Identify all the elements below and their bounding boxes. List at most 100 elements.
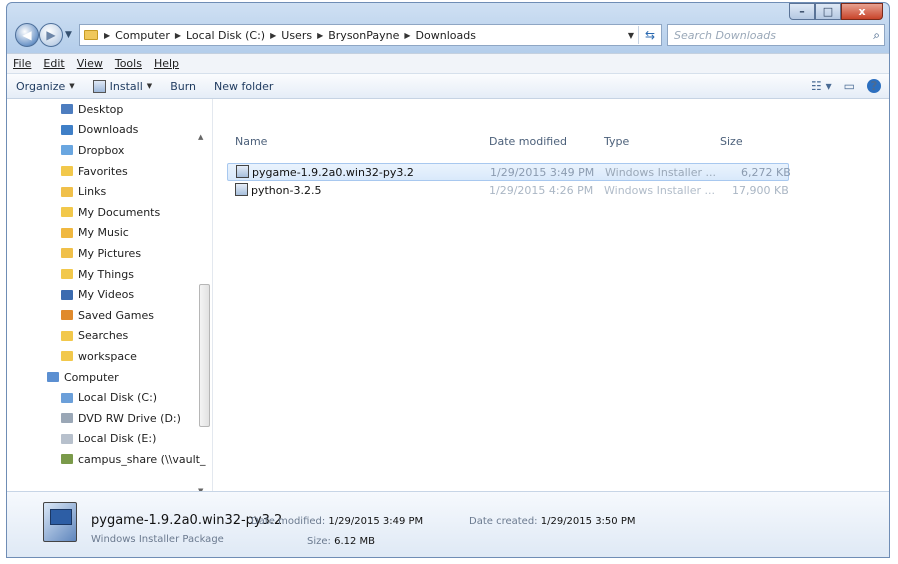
- chevron-right-icon[interactable]: ▶: [173, 31, 183, 40]
- column-header-size[interactable]: Size: [720, 135, 743, 148]
- column-header-name[interactable]: Name: [235, 135, 267, 148]
- chevron-right-icon[interactable]: ▶: [268, 31, 278, 40]
- sidebar-item-label: Local Disk (E:): [78, 432, 157, 446]
- sidebar-item-label: My Videos: [78, 288, 135, 302]
- sidebar-item-label: campus_share (\\vault_: [78, 452, 206, 466]
- sidebar-item-local-disk-c[interactable]: Local Disk (C:): [61, 387, 205, 408]
- searches-icon: [61, 330, 73, 341]
- sidebar-item-workspace[interactable]: workspace: [61, 346, 205, 367]
- burn-button[interactable]: Burn: [161, 80, 205, 93]
- file-type: Windows Installer ...: [604, 183, 715, 197]
- dvd-drive-icon: [61, 413, 73, 424]
- folder-icon: [61, 351, 73, 362]
- downloads-icon: [61, 124, 73, 135]
- sidebar-item-label: My Pictures: [78, 246, 142, 260]
- size-value: 6.12 MB: [334, 536, 376, 547]
- date-modified-field: Date modified: 1/29/2015 3:49 PM: [251, 516, 423, 527]
- sidebar-item-label: My Music: [78, 226, 129, 240]
- chevron-down-icon[interactable]: ▼: [624, 31, 638, 40]
- explorer-window: – □ x ◀ ▶ ▼ ▶ Computer ▶ Local Disk (C:)…: [6, 2, 890, 558]
- folder-icon: [61, 269, 73, 280]
- menu-help[interactable]: Help: [148, 57, 185, 70]
- dropbox-icon: [61, 145, 73, 156]
- breadcrumb-computer[interactable]: Computer: [112, 29, 173, 42]
- sidebar-item-my-music[interactable]: My Music: [61, 223, 205, 244]
- help-icon[interactable]: ?: [867, 79, 881, 93]
- sidebar-item-local-disk-e[interactable]: Local Disk (E:): [61, 429, 205, 450]
- sidebar-item-my-videos[interactable]: My Videos: [61, 284, 205, 305]
- computer-icon: [47, 372, 59, 383]
- sidebar-item-campus-share[interactable]: campus_share (\\vault_: [61, 449, 205, 470]
- menu-view-label: View: [76, 57, 103, 70]
- sidebar-item-desktop[interactable]: Desktop: [61, 99, 205, 120]
- msi-installer-icon: [43, 502, 77, 542]
- menu-tools-label: Tools: [114, 57, 142, 70]
- file-date: 1/29/2015 3:49 PM: [490, 165, 595, 179]
- chevron-right-icon[interactable]: ▶: [102, 31, 112, 40]
- breadcrumb-user[interactable]: BrysonPayne: [325, 29, 402, 42]
- change-view-icon[interactable]: ☷ ▾: [811, 79, 832, 93]
- new-folder-button[interactable]: New folder: [205, 80, 282, 93]
- back-button[interactable]: ◀: [15, 23, 39, 47]
- msi-installer-icon: [235, 183, 248, 196]
- sidebar-item-my-things[interactable]: My Things: [61, 264, 205, 285]
- sidebar-item-label: Saved Games: [78, 308, 154, 322]
- breadcrumb-downloads[interactable]: Downloads: [413, 29, 479, 42]
- menu-tools[interactable]: Tools: [109, 57, 148, 70]
- sidebar-item-label: Computer: [64, 370, 119, 384]
- chevron-right-icon[interactable]: ▶: [315, 31, 325, 40]
- close-button[interactable]: x: [841, 3, 883, 20]
- minimize-button[interactable]: –: [789, 3, 815, 20]
- sidebar-item-saved-games[interactable]: Saved Games: [61, 305, 205, 326]
- sidebar-item-downloads[interactable]: Downloads: [61, 120, 205, 141]
- hard-drive-icon: [61, 392, 73, 403]
- sidebar-item-my-documents[interactable]: My Documents: [61, 202, 205, 223]
- column-header-date[interactable]: Date modified: [489, 135, 567, 148]
- sidebar-item-label: Local Disk (C:): [78, 391, 158, 405]
- scrollbar-thumb[interactable]: [199, 284, 210, 427]
- window-controls: – □ x: [789, 3, 883, 20]
- sidebar-item-label: Searches: [78, 329, 129, 343]
- favorites-star-icon: [61, 166, 73, 177]
- nav-scrollbar[interactable]: ▲ ▼: [198, 99, 211, 491]
- file-name-cell: pygame-1.9.2a0.win32-py3.2: [236, 165, 414, 179]
- organize-button[interactable]: Organize ▼: [7, 80, 84, 93]
- menu-file-label: File: [13, 57, 32, 70]
- sidebar-item-my-pictures[interactable]: My Pictures: [61, 243, 205, 264]
- refresh-icon[interactable]: ⇆: [638, 26, 661, 44]
- sidebar-item-label: workspace: [78, 349, 137, 363]
- sidebar-item-computer[interactable]: Computer: [47, 367, 205, 388]
- chevron-down-icon: ▼: [146, 82, 153, 90]
- selected-file-type: Windows Installer Package: [91, 534, 224, 545]
- file-list: Name Date modified Type Size pygame-1.9.…: [213, 99, 889, 491]
- preview-pane-icon[interactable]: ▭: [844, 79, 855, 93]
- menu-edit[interactable]: Edit: [37, 57, 70, 70]
- date-modified-label: Date modified:: [251, 516, 326, 527]
- menu-view[interactable]: View: [71, 57, 109, 70]
- recent-pages-arrow-icon[interactable]: ▼: [65, 30, 72, 40]
- sidebar-item-favorites[interactable]: Favorites: [61, 161, 205, 182]
- table-row[interactable]: python-3.2.5 1/29/2015 4:26 PM Windows I…: [227, 181, 789, 199]
- address-bar[interactable]: ▶ Computer ▶ Local Disk (C:) ▶ Users ▶ B…: [79, 24, 662, 46]
- search-icon[interactable]: ⌕: [873, 28, 880, 43]
- table-row[interactable]: pygame-1.9.2a0.win32-py3.2 1/29/2015 3:4…: [227, 163, 791, 181]
- column-header-type[interactable]: Type: [604, 135, 629, 148]
- sidebar-item-dvd-drive[interactable]: DVD RW Drive (D:): [61, 408, 205, 429]
- maximize-button[interactable]: □: [815, 3, 841, 20]
- scroll-up-icon[interactable]: ▲: [198, 133, 203, 141]
- breadcrumb-local-disk[interactable]: Local Disk (C:): [183, 29, 268, 42]
- search-input[interactable]: Search Downloads ⌕: [667, 24, 885, 46]
- sidebar-item-links[interactable]: Links: [61, 181, 205, 202]
- install-label: Install: [109, 79, 143, 93]
- sidebar-item-searches[interactable]: Searches: [61, 326, 205, 347]
- install-button[interactable]: Install ▼: [84, 79, 162, 93]
- chevron-down-icon: ▼: [69, 82, 75, 90]
- breadcrumb-users[interactable]: Users: [278, 29, 315, 42]
- file-date: 1/29/2015 4:26 PM: [489, 183, 594, 197]
- menu-edit-label: Edit: [43, 57, 65, 70]
- menu-file[interactable]: File: [7, 57, 37, 70]
- sidebar-item-dropbox[interactable]: Dropbox: [61, 140, 205, 161]
- sidebar-item-label: Dropbox: [78, 143, 125, 157]
- chevron-right-icon[interactable]: ▶: [402, 31, 412, 40]
- forward-button[interactable]: ▶: [39, 23, 63, 47]
